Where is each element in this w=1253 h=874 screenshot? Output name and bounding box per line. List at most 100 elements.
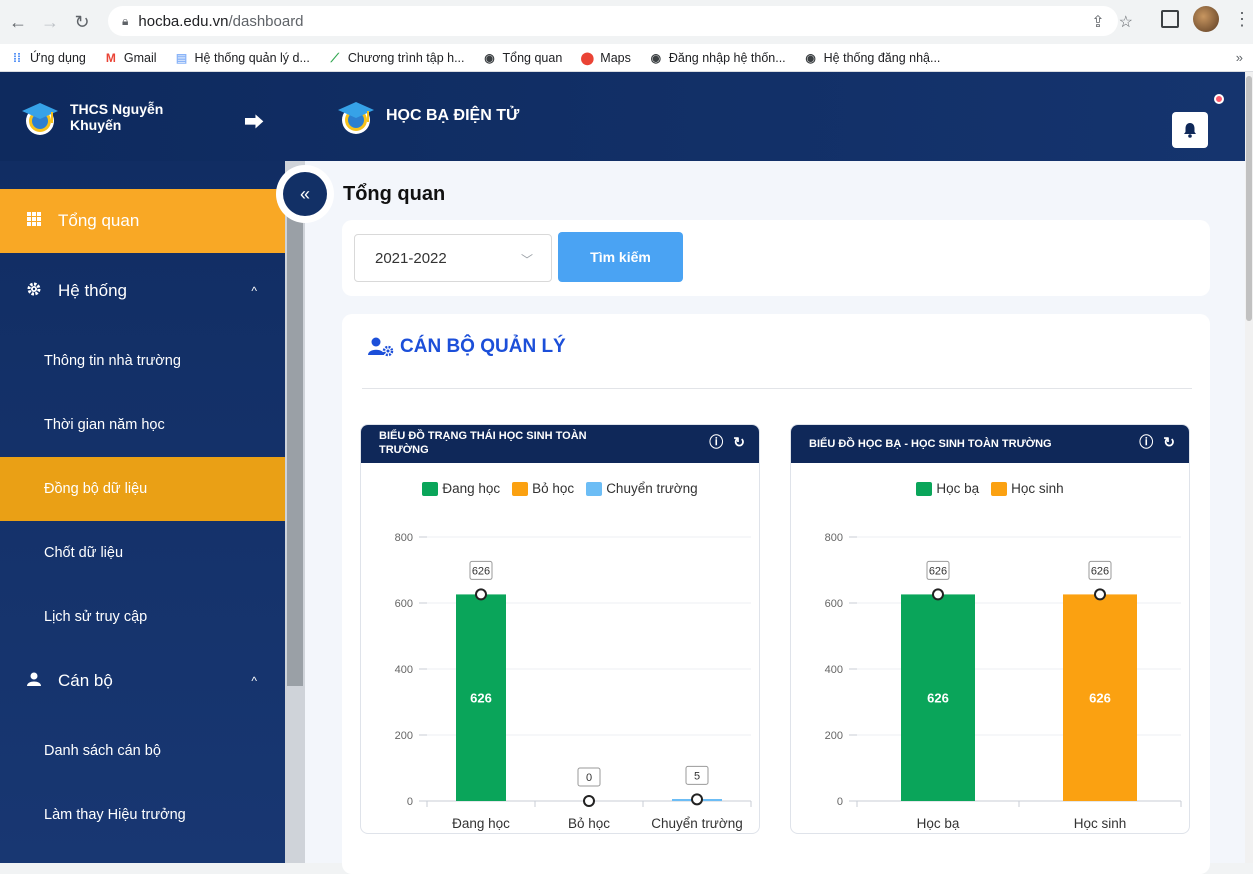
legend-item[interactable]: Học sinh xyxy=(991,481,1064,496)
bookmark-0[interactable]: ⁞⁞ Ứng dụng xyxy=(10,51,86,65)
sidebar-item-1[interactable]: Hệ thống ^ xyxy=(0,259,285,323)
user-icon xyxy=(24,671,44,692)
school-year-value: 2021-2022 xyxy=(375,249,447,267)
bar-inner-label: 626 xyxy=(927,691,949,706)
bookmark-label: Đăng nhập hệ thốn... xyxy=(668,50,786,65)
gmail-icon: M xyxy=(105,50,116,65)
school-name: THCS Nguyễn Khuyến xyxy=(70,100,164,133)
point-marker[interactable] xyxy=(1094,588,1106,601)
point-marker[interactable] xyxy=(691,793,703,806)
chart-title-line1: BIỂU ĐỒ TRẠNG THÁI HỌC SINH TOÀN xyxy=(379,430,587,442)
sidebar-item-label: Thông tin nhà trường xyxy=(44,353,181,369)
x-tick-label: Đang học xyxy=(452,816,510,831)
legend-label: Bỏ học xyxy=(532,481,575,496)
chart-header: BIỂU ĐỒ TRẠNG THÁI HỌC SINH TOÀN TRƯỜNG … xyxy=(361,425,759,463)
student-status-chart: BIỂU ĐỒ TRẠNG THÁI HỌC SINH TOÀN TRƯỜNG … xyxy=(360,424,760,834)
reload-icon[interactable]: ↻ xyxy=(68,8,96,36)
refresh-icon[interactable]: ↻ xyxy=(733,435,745,449)
url-path: /dashboard xyxy=(228,12,304,30)
notification-dot xyxy=(1214,94,1224,104)
bookmarks-bar: ⁞⁞ Ứng dụng M Gmail ▤ Hệ thống quản lý d... ⟋ C… xyxy=(0,44,1253,72)
forward-arrow-icon[interactable]: → xyxy=(36,8,64,36)
sidebar-item-10[interactable]: Phân công ký thay xyxy=(0,847,285,863)
bookmark-1[interactable]: M Gmail xyxy=(104,51,157,65)
legend-label: Học bạ xyxy=(936,481,980,496)
legend-swatch xyxy=(422,481,439,496)
notification-button[interactable] xyxy=(1172,112,1208,148)
sidebar-item-7[interactable]: Cán bộ ^ xyxy=(0,649,285,713)
legend-label: Học sinh xyxy=(1011,481,1064,496)
logout-icon[interactable]: ⮕ xyxy=(244,106,264,135)
sidebar-item-6[interactable]: Lịch sử truy cập xyxy=(0,585,285,649)
bookmark-7[interactable]: ◉ Hệ thống đăng nhậ... xyxy=(804,50,941,65)
chart-plot: 0 200 400 600 800 626 626 Học bạ 626 626 Học sinh xyxy=(825,532,1182,831)
collapse-sidebar-button[interactable]: « xyxy=(276,165,334,223)
sidebar-scrollbar[interactable] xyxy=(285,161,305,863)
legend-label: Chuyển trường xyxy=(606,481,698,496)
page-scrollbar[interactable] xyxy=(1245,72,1253,863)
point-marker[interactable] xyxy=(583,795,595,807)
data-label: 626 xyxy=(1091,565,1109,577)
legend-item[interactable]: Chuyển trường xyxy=(586,481,698,496)
y-tick-label: 0 xyxy=(837,796,843,808)
point-marker[interactable] xyxy=(932,588,944,601)
data-label: 0 xyxy=(586,772,592,784)
school-year-select[interactable]: 2021-2022 ﹀ xyxy=(354,234,552,282)
bookmark-label: Ứng dụng xyxy=(30,50,86,65)
record-student-chart: BIỂU ĐỒ HỌC BẠ - HỌC SINH TOÀN TRƯỜNG ⓘ … xyxy=(790,424,1190,834)
bookmarks-more-icon[interactable]: » xyxy=(1236,50,1243,65)
address-bar[interactable]: 🔒︎ hocba.edu.vn/dashboard xyxy=(108,6,1118,36)
y-tick-label: 800 xyxy=(825,532,843,544)
sidebar-item-label: Đồng bộ dữ liệu xyxy=(44,481,148,497)
y-tick-label: 600 xyxy=(825,598,843,610)
search-button[interactable]: Tìm kiếm xyxy=(558,232,683,282)
chevron-down-icon: ﹀ xyxy=(520,253,533,267)
section-title-text: CÁN BỘ QUẢN LÝ xyxy=(400,336,566,357)
back-arrow-icon[interactable]: ← xyxy=(4,8,32,36)
info-icon[interactable]: ⓘ xyxy=(709,435,723,449)
y-tick-label: 600 xyxy=(395,598,413,610)
legend-swatch xyxy=(916,481,933,496)
point-marker[interactable] xyxy=(475,588,487,601)
profile-avatar[interactable] xyxy=(1193,6,1219,32)
legend-item[interactable]: Học bạ xyxy=(916,481,979,496)
sidebar-item-3[interactable]: Thời gian năm học xyxy=(0,393,285,457)
y-tick-label: 400 xyxy=(825,664,843,676)
x-tick-label: Bỏ học xyxy=(568,816,610,831)
sidebar-item-4[interactable]: Đồng bộ dữ liệu xyxy=(0,457,285,521)
legend-item[interactable]: Bỏ học xyxy=(512,481,574,496)
bookmark-2[interactable]: ▤ Hệ thống quản lý d... xyxy=(175,51,310,65)
bookmark-3[interactable]: ⟋ Chương trình tập h... xyxy=(328,51,465,65)
x-tick-label: Học bạ xyxy=(917,816,960,831)
refresh-icon[interactable]: ↻ xyxy=(1163,435,1175,449)
bookmark-5[interactable]: ⬤ Maps xyxy=(580,51,631,65)
globe-icon: ◉ xyxy=(805,50,816,65)
sidebar-item-0[interactable]: Tổng quan xyxy=(0,189,285,253)
sidebar-scroll-thumb[interactable] xyxy=(287,186,303,686)
sidebar-item-5[interactable]: Chốt dữ liệu xyxy=(0,521,285,585)
info-icon[interactable]: ⓘ xyxy=(1139,435,1153,449)
bookmark-4[interactable]: ◉ Tổng quan xyxy=(483,51,562,65)
gear-icon xyxy=(24,281,44,302)
app-title: HỌC BẠ ĐIỆN TỬ xyxy=(386,107,520,124)
legend-swatch xyxy=(991,481,1008,496)
section-divider xyxy=(362,388,1192,389)
page-scroll-thumb[interactable] xyxy=(1246,76,1252,321)
app-brand[interactable]: HỌC BẠ ĐIỆN TỬ xyxy=(336,96,519,136)
y-tick-label: 200 xyxy=(395,730,413,742)
sidebar: Tổng quan Hệ thống ^ Thông tin nhà trường Th… xyxy=(0,161,305,863)
extension-window-icon[interactable] xyxy=(1161,10,1179,28)
sidebar-item-2[interactable]: Thông tin nhà trường xyxy=(0,329,285,393)
browser-menu-icon[interactable]: ⋮ xyxy=(1233,9,1251,30)
bookmark-label: Hệ thống đăng nhậ... xyxy=(823,50,941,65)
sidebar-item-9[interactable]: Làm thay Hiệu trưởng xyxy=(0,783,285,847)
document-icon: ▤ xyxy=(175,50,188,65)
grid-icon xyxy=(24,211,44,231)
y-tick-label: 0 xyxy=(407,796,413,808)
bookmark-star-icon[interactable]: ☆ xyxy=(1119,12,1133,32)
sidebar-item-8[interactable]: Danh sách cán bộ xyxy=(0,719,285,783)
legend-item[interactable]: Đang học xyxy=(422,481,500,496)
share-icon[interactable]: ⇪ xyxy=(1091,12,1104,32)
sidebar-item-label: Chốt dữ liệu xyxy=(44,545,124,561)
bookmark-6[interactable]: ◉ Đăng nhập hệ thốn... xyxy=(649,51,786,65)
